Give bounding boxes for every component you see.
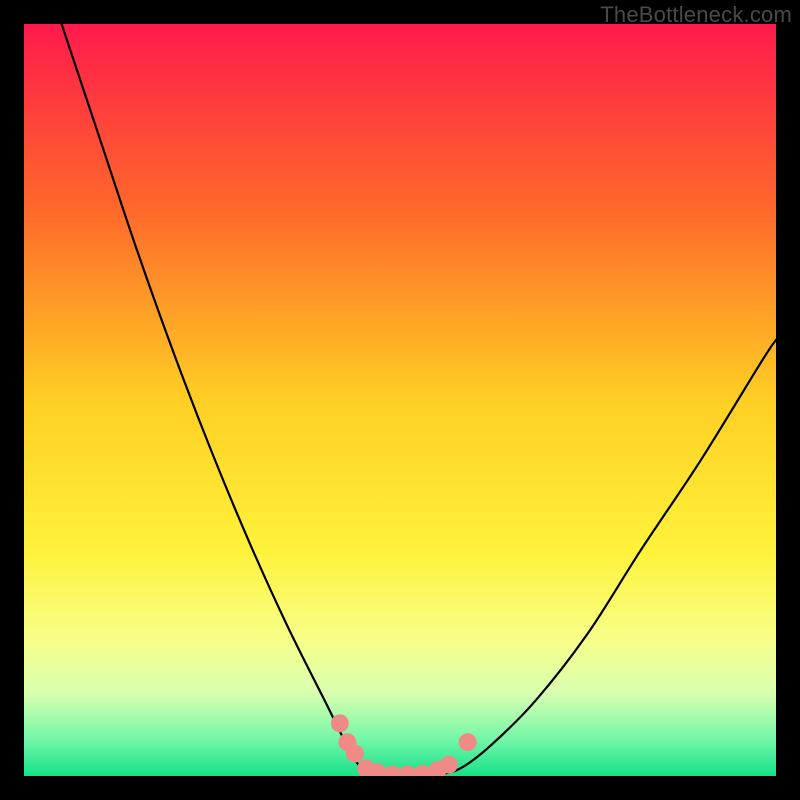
chart-svg — [24, 24, 776, 776]
watermark-text: TheBottleneck.com — [600, 2, 792, 28]
outer-frame: TheBottleneck.com — [0, 0, 800, 800]
plot-area — [24, 24, 776, 776]
valley-marker — [440, 756, 458, 774]
valley-marker — [459, 733, 477, 751]
valley-marker — [346, 744, 364, 762]
gradient-background — [24, 24, 776, 776]
valley-marker — [331, 714, 349, 732]
